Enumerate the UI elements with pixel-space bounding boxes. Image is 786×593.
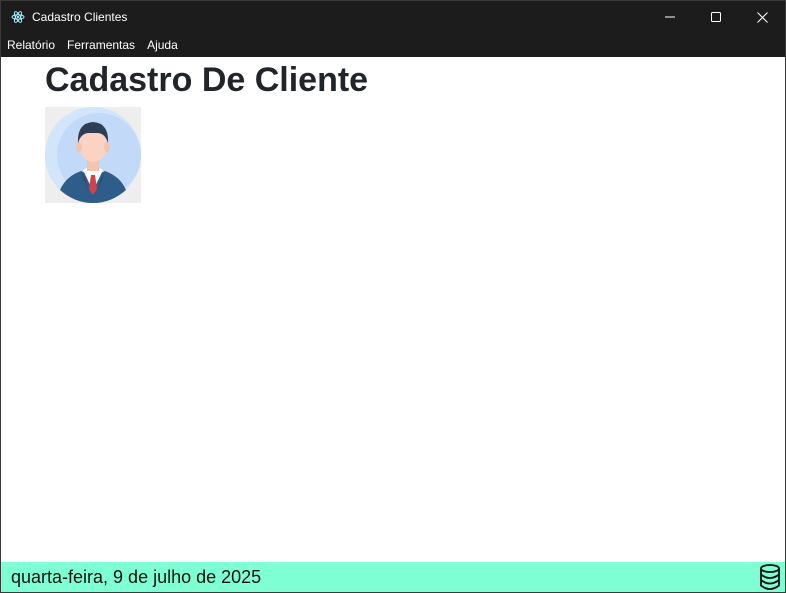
main-content: Cadastro De Cliente bbox=[1, 57, 785, 564]
close-button[interactable] bbox=[739, 1, 785, 33]
status-date: quarta-feira, 9 de julho de 2025 bbox=[11, 566, 262, 587]
menu-item-ajuda[interactable]: Ajuda bbox=[147, 33, 178, 57]
status-bar: quarta-feira, 9 de julho de 2025 bbox=[1, 562, 785, 592]
window-controls bbox=[647, 1, 785, 33]
close-icon bbox=[756, 11, 768, 23]
window-title: Cadastro Clientes bbox=[32, 10, 128, 24]
menu-item-relatorio[interactable]: Relatório bbox=[7, 33, 55, 57]
businessman-avatar-icon bbox=[45, 107, 141, 203]
app-window: Cadastro Clientes Relatório Ferramentas … bbox=[0, 0, 786, 593]
menu-bar: Relatório Ferramentas Ajuda bbox=[1, 33, 785, 57]
maximize-icon bbox=[711, 12, 721, 22]
minimize-button[interactable] bbox=[647, 1, 693, 33]
database-icon[interactable] bbox=[759, 564, 781, 590]
title-bar[interactable]: Cadastro Clientes bbox=[1, 1, 785, 33]
maximize-button[interactable] bbox=[693, 1, 739, 33]
page-title: Cadastro De Cliente bbox=[45, 61, 369, 99]
menu-item-ferramentas[interactable]: Ferramentas bbox=[67, 33, 135, 57]
electron-atom-icon bbox=[10, 9, 26, 25]
minimize-icon bbox=[665, 16, 675, 18]
avatar bbox=[45, 107, 141, 203]
